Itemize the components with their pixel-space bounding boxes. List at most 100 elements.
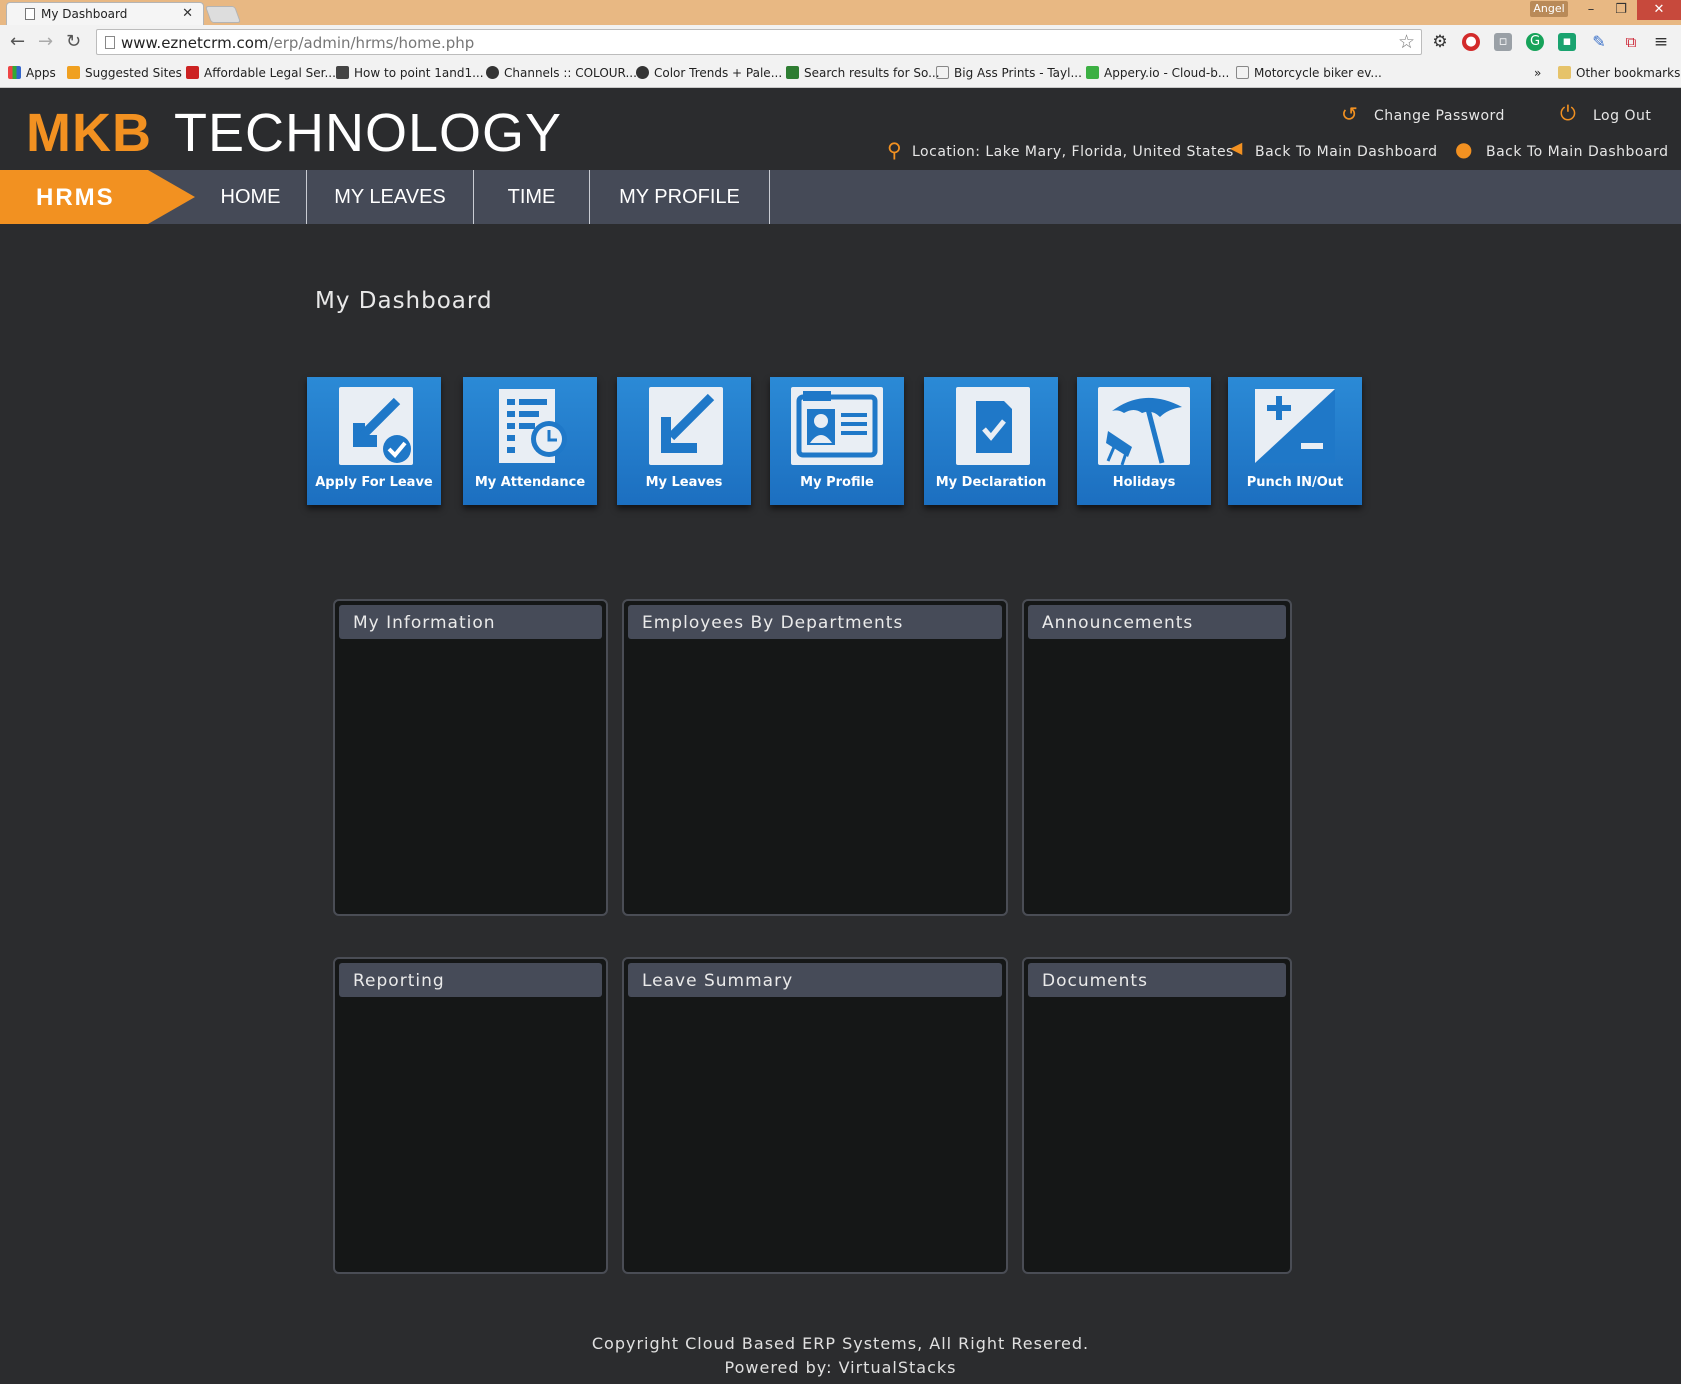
log-out-link[interactable]: Log Out xyxy=(1593,108,1651,124)
panel-header: Reporting xyxy=(339,963,602,997)
back-arrow-icon[interactable]: ◀ xyxy=(1230,138,1242,157)
bookmark-item[interactable]: Channels :: COLOUR... xyxy=(486,66,637,80)
bookmark-item[interactable]: Affordable Legal Ser... xyxy=(186,66,336,80)
profile-badge[interactable]: Angel xyxy=(1530,1,1568,17)
declaration-icon xyxy=(956,387,1030,465)
tab-close-icon[interactable]: ✕ xyxy=(182,6,193,21)
reload-icon[interactable]: ↻ xyxy=(66,31,81,52)
leaves-icon xyxy=(649,387,723,465)
panel-leave-summary: Leave Summary xyxy=(622,957,1008,1274)
module-badge[interactable]: HRMS xyxy=(0,170,195,224)
bookmark-item[interactable]: How to point 1and1... xyxy=(336,66,484,80)
heart-icon xyxy=(636,66,649,79)
extension-green-icon[interactable]: ▪ xyxy=(1558,33,1576,51)
change-password-link[interactable]: Change Password xyxy=(1374,108,1505,124)
tile-label: My Attendance xyxy=(474,475,586,490)
change-password-icon[interactable]: ↺ xyxy=(1341,102,1358,126)
window-close-icon[interactable]: ✕ xyxy=(1637,0,1681,20)
back-to-main-dashboard-link-2[interactable]: Back To Main Dashboard xyxy=(1486,144,1668,160)
url-path: /erp/admin/hrms/home.php xyxy=(268,34,475,52)
bookmark-fi-icon xyxy=(786,66,799,79)
power-icon[interactable]: ⏻ xyxy=(1560,101,1576,125)
plus-minus-icon xyxy=(1253,387,1337,465)
settings-gear-icon[interactable]: ⚙ xyxy=(1431,33,1449,51)
nav-my-profile[interactable]: MY PROFILE xyxy=(590,170,770,224)
brand-primary: MKB xyxy=(26,103,152,163)
bookmark-star-icon[interactable]: ☆ xyxy=(1398,31,1415,53)
footer-copyright: Copyright Cloud Based ERP Systems, All R… xyxy=(591,1334,1090,1353)
address-bar[interactable]: www.eznetcrm.com/erp/admin/hrms/home.php… xyxy=(96,29,1422,55)
grammarly-icon[interactable]: G xyxy=(1526,33,1544,51)
panel-employees-by-departments: Employees By Departments xyxy=(622,599,1008,916)
back-to-main-dashboard-link[interactable]: Back To Main Dashboard xyxy=(1255,144,1437,160)
menu-icon[interactable]: ≡ xyxy=(1652,33,1670,51)
tile-my-attendance[interactable]: My Attendance xyxy=(463,377,597,505)
profile-card-icon xyxy=(791,387,883,465)
browser-tab[interactable]: My Dashboard ✕ xyxy=(6,2,204,25)
eyedropper-icon[interactable]: ✎ xyxy=(1590,33,1608,51)
restore-icon[interactable]: ❐ xyxy=(1604,0,1638,20)
apps-grid-icon xyxy=(8,66,21,79)
app-header: MKB TECHNOLOGY ↺ Change Password ⏻ Log Ou… xyxy=(0,88,1681,170)
browser-chrome: My Dashboard ✕ Angel – ❐ ✕ ← → ↻ www.ezn… xyxy=(0,0,1681,88)
other-bookmarks[interactable]: Other bookmarks xyxy=(1558,66,1680,80)
nav-home[interactable]: HOME xyxy=(195,170,307,224)
tile-label: Apply For Leave xyxy=(315,475,433,490)
page-icon xyxy=(936,66,949,79)
adblock-icon[interactable]: ● xyxy=(1462,33,1480,51)
appery-icon xyxy=(1086,66,1099,79)
page-title: My Dashboard xyxy=(315,288,493,314)
panel-header: Announcements xyxy=(1028,605,1286,639)
brand-logo[interactable]: MKB TECHNOLOGY xyxy=(26,102,562,164)
footer-powered-by: Powered by: VirtualStacks xyxy=(724,1358,957,1377)
tile-my-declaration[interactable]: My Declaration xyxy=(924,377,1058,505)
folder-icon xyxy=(1558,66,1571,79)
module-label: HRMS xyxy=(36,184,115,211)
tile-my-leaves[interactable]: My Leaves xyxy=(617,377,751,505)
nav-my-leaves[interactable]: MY LEAVES xyxy=(307,170,474,224)
main-nav: HRMS HOME MY LEAVES TIME MY PROFILE xyxy=(0,170,1681,224)
browser-toolbar: ← → ↻ www.eznetcrm.com/erp/admin/hrms/ho… xyxy=(0,25,1681,59)
suggested-sites-icon xyxy=(67,66,80,79)
minimize-icon[interactable]: – xyxy=(1574,0,1608,20)
user-icon[interactable]: ● xyxy=(1455,137,1472,161)
back-arrow-icon[interactable]: ← xyxy=(10,31,25,52)
panel-my-information: My Information xyxy=(333,599,608,916)
bookmark-rml-icon xyxy=(336,66,349,79)
forward-arrow-icon[interactable]: → xyxy=(38,31,53,52)
url-host: www.eznetcrm.com xyxy=(121,34,269,52)
bookmark-r-icon xyxy=(186,66,199,79)
bookmark-item[interactable]: Appery.io - Cloud-b... xyxy=(1086,66,1229,80)
page-icon xyxy=(25,8,35,20)
panel-header: Leave Summary xyxy=(628,963,1002,997)
panel-reporting: Reporting xyxy=(333,957,608,1274)
bookmark-item[interactable]: Color Trends + Pale... xyxy=(636,66,782,80)
nav-time[interactable]: TIME xyxy=(474,170,590,224)
tile-apply-for-leave[interactable]: Apply For Leave xyxy=(307,377,441,505)
location-text: Location: Lake Mary, Florida, United Sta… xyxy=(912,144,1234,160)
document-icon xyxy=(105,36,115,49)
browser-titlebar: My Dashboard ✕ Angel – ❐ ✕ xyxy=(0,0,1681,25)
new-tab-button[interactable] xyxy=(204,6,242,23)
heart-icon xyxy=(486,66,499,79)
tile-punch-in-out[interactable]: Punch IN/Out xyxy=(1228,377,1362,505)
tile-my-profile[interactable]: My Profile xyxy=(770,377,904,505)
bookmark-item[interactable]: Search results for So... xyxy=(786,66,940,80)
bookmark-item[interactable]: Big Ass Prints - Tayl... xyxy=(936,66,1082,80)
bookmark-item[interactable]: Motorcycle biker ev... xyxy=(1236,66,1382,80)
translate-icon[interactable]: ⧉ xyxy=(1622,33,1640,51)
bookmarks-overflow[interactable]: » xyxy=(1534,66,1541,80)
tile-label: My Declaration xyxy=(935,475,1047,490)
tile-label: My Profile xyxy=(800,475,874,490)
tile-label: My Leaves xyxy=(645,475,723,490)
extension-in-icon[interactable]: ▫ xyxy=(1494,33,1512,51)
panel-header: My Information xyxy=(339,605,602,639)
bookmark-apps[interactable]: Apps xyxy=(8,66,56,80)
bookmark-item[interactable]: Suggested Sites xyxy=(67,66,182,80)
tile-holidays[interactable]: Holidays xyxy=(1077,377,1211,505)
attendance-icon xyxy=(495,387,569,465)
panel-header: Employees By Departments xyxy=(628,605,1002,639)
brand-secondary: TECHNOLOGY xyxy=(173,103,563,163)
panel-announcements: Announcements xyxy=(1022,599,1292,916)
beach-umbrella-icon xyxy=(1098,387,1190,465)
